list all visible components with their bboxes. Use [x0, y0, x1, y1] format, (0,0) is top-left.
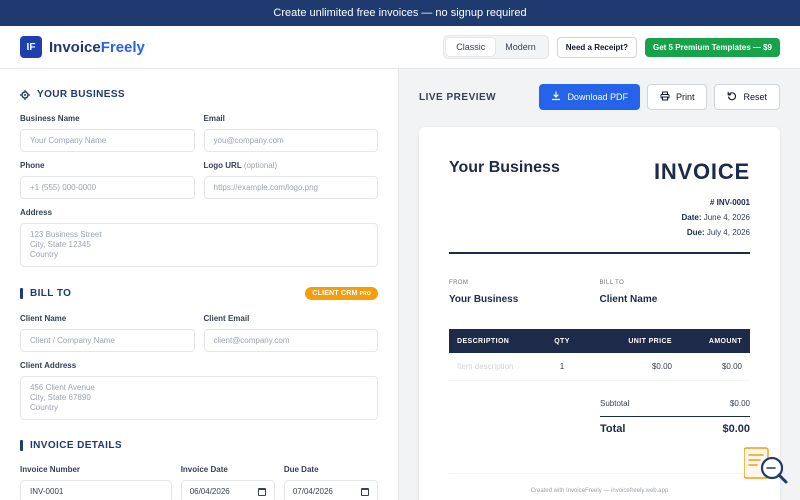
- top-bar: IF InvoiceFreely Classic Modern Need a R…: [0, 26, 800, 69]
- live-preview-title: LIVE PREVIEW: [419, 91, 497, 103]
- search-invoice-icon[interactable]: [743, 446, 790, 486]
- section-your-business: YOUR BUSINESS: [20, 89, 378, 100]
- logo-url-label: Logo URL (optional): [204, 161, 379, 170]
- item-unit-price: $0.00: [651, 362, 672, 371]
- client-address-label: Client Address: [20, 361, 77, 370]
- banner-text: Create unlimited free invoices — no sign…: [273, 7, 527, 19]
- print-label: Print: [675, 92, 695, 102]
- client-email-label: Client Email: [203, 314, 250, 323]
- print-button[interactable]: Print: [646, 84, 708, 110]
- bar-icon: [20, 440, 23, 451]
- crm-badge-text: CLIENT CRM: [312, 290, 358, 297]
- column-header: QTY: [554, 337, 570, 345]
- phone-label: Phone: [20, 161, 45, 170]
- logo-mark: IF: [20, 36, 42, 58]
- from-block: FROM Your Business: [449, 280, 600, 305]
- calendar-icon[interactable]: [257, 487, 266, 496]
- invoice-title: INVOICE: [653, 159, 750, 184]
- totals-divider: [600, 416, 750, 417]
- logo-url-input[interactable]: https://example.com/logo.png: [203, 176, 378, 199]
- due-date-value: 07/04/2026: [292, 487, 333, 496]
- download-icon: [551, 91, 561, 103]
- from-name: Your Business: [449, 294, 519, 305]
- subtotal-value: $0.00: [729, 399, 750, 408]
- reset-icon: [727, 91, 737, 103]
- logo[interactable]: IF InvoiceFreely: [20, 36, 145, 58]
- column-header: UNIT PRICE: [628, 337, 672, 345]
- invoice-meta: # INV-0001 Date: June 4, 2026 Due: July …: [654, 195, 750, 240]
- business-name-input[interactable]: Your Company Name: [20, 129, 195, 152]
- total-label: Total: [600, 423, 626, 435]
- optional-hint: (optional): [243, 161, 278, 170]
- section-title: INVOICE DETAILS: [30, 440, 122, 451]
- client-name-label: Client Name: [20, 314, 67, 323]
- section-invoice-details: INVOICE DETAILS: [20, 440, 378, 451]
- pro-label: PRO: [359, 291, 371, 297]
- invoice-footer: Created with InvoiceFreely — invoicefree…: [449, 473, 750, 500]
- promo-banner: Create unlimited free invoices — no sign…: [0, 0, 800, 26]
- tab-classic[interactable]: Classic: [446, 38, 496, 56]
- reset-label: Reset: [743, 92, 767, 102]
- total-row: Total $0.00: [600, 423, 750, 435]
- logo-text-part1: Invoice: [49, 38, 101, 56]
- reset-button[interactable]: Reset: [714, 84, 780, 110]
- bill-to-name: Client Name: [599, 294, 658, 305]
- email-input[interactable]: you@company.com: [203, 129, 378, 152]
- email-label: Email: [203, 114, 225, 123]
- bill-to-label: BILL TO: [599, 280, 625, 286]
- phone-input[interactable]: +1 (555) 000-0000: [20, 176, 195, 199]
- address-textarea[interactable]: 123 Business Street City, State 12345 Co…: [20, 223, 378, 267]
- form-panel: YOUR BUSINESS Business Name Your Company…: [0, 69, 399, 500]
- logo-url-label-text: Logo URL: [203, 161, 242, 170]
- column-header: AMOUNT: [708, 337, 742, 345]
- bar-icon: [20, 288, 23, 299]
- download-pdf-label: Download PDF: [567, 92, 628, 102]
- need-receipt-button[interactable]: Need a Receipt?: [556, 36, 637, 58]
- invoice-divider: [449, 252, 750, 254]
- invoice-date-display: Date: June 4, 2026: [681, 213, 750, 222]
- client-name-input[interactable]: Client / Company Name: [20, 329, 195, 352]
- section-bill-to: BILL TO CLIENT CRM PRO: [20, 287, 378, 300]
- column-header: DESCRIPTION: [457, 337, 510, 345]
- client-email-input[interactable]: client@company.com: [203, 329, 378, 352]
- items-table-header: DESCRIPTION QTY UNIT PRICE AMOUNT: [449, 329, 750, 353]
- subtotal-row: Subtotal $0.00: [600, 399, 750, 408]
- logo-text-part2: Freely: [100, 38, 145, 56]
- totals-block: Subtotal $0.00 Total $0.00: [600, 399, 750, 435]
- invoice-paper: Your Business INVOICE # INV-0001 Date: J…: [419, 127, 780, 500]
- due-date-input[interactable]: 07/04/2026: [283, 480, 378, 500]
- invoice-number-display: # INV-0001: [709, 198, 750, 207]
- item-description: Item description: [457, 362, 514, 371]
- invoice-date-label: Invoice Date: [180, 465, 228, 474]
- tab-modern[interactable]: Modern: [495, 38, 546, 56]
- invoice-date-value: 06/04/2026: [189, 487, 230, 496]
- section-title: BILL TO: [30, 288, 72, 299]
- logo-text: InvoiceFreely: [49, 39, 145, 56]
- subtotal-label: Subtotal: [600, 399, 630, 408]
- premium-templates-button[interactable]: Get 5 Premium Templates — $9: [644, 37, 780, 57]
- invoice-business-name: Your Business: [449, 159, 560, 176]
- client-address-textarea[interactable]: 456 Client Avenue City, State 67890 Coun…: [20, 376, 378, 420]
- template-switch: Classic Modern: [443, 35, 549, 59]
- address-label: Address: [20, 208, 53, 217]
- total-value: $0.00: [722, 423, 750, 435]
- item-amount: $0.00: [721, 362, 742, 371]
- bill-to-block: BILL TO Client Name: [600, 280, 751, 305]
- invoice-number-input[interactable]: INV-0001: [20, 480, 172, 500]
- section-title: YOUR BUSINESS: [37, 89, 125, 100]
- print-icon: [660, 91, 670, 103]
- client-crm-badge[interactable]: CLIENT CRM PRO: [305, 287, 378, 300]
- preview-panel: LIVE PREVIEW Download PDF Print Reset Yo…: [399, 69, 800, 500]
- business-name-label: Business Name: [20, 114, 80, 123]
- from-label: FROM: [449, 280, 469, 286]
- invoice-date-input[interactable]: 06/04/2026: [180, 480, 275, 500]
- invoice-due-display: Due: July 4, 2026: [686, 228, 750, 237]
- table-row: Item description 1 $0.00 $0.00: [449, 353, 750, 381]
- invoice-number-label: Invoice Number: [20, 465, 81, 474]
- due-date-label: Due Date: [283, 465, 319, 474]
- gear-icon: [20, 89, 30, 100]
- calendar-icon[interactable]: [361, 487, 369, 496]
- download-pdf-button[interactable]: Download PDF: [539, 84, 640, 110]
- item-qty: 1: [559, 362, 565, 371]
